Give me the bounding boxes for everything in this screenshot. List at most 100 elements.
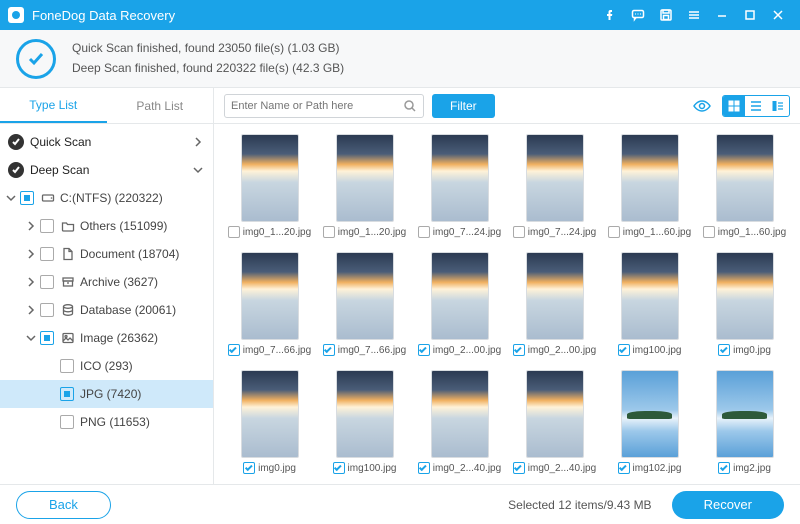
checkbox[interactable] <box>513 226 525 238</box>
menu-icon[interactable] <box>680 0 708 30</box>
thumbnail[interactable]: img0_1...20.jpg <box>226 134 313 238</box>
thumbnail-name: img0_7...66.jpg <box>243 345 311 356</box>
facebook-icon[interactable] <box>596 0 624 30</box>
thumbnail-image <box>716 252 774 340</box>
checkbox[interactable] <box>40 219 54 233</box>
thumbnail-image <box>241 134 299 222</box>
tree-image[interactable]: Image (26362) <box>0 324 213 352</box>
sidebar-tabs: Type List Path List <box>0 88 213 124</box>
thumbnail-label: img2.jpg <box>718 462 771 474</box>
archive-icon <box>60 275 76 289</box>
thumbnail[interactable]: img0.jpg <box>701 252 788 356</box>
checkmark-icon <box>16 39 56 79</box>
minimize-icon[interactable] <box>708 0 736 30</box>
tree-quick-scan[interactable]: Quick Scan <box>0 128 213 156</box>
checkbox[interactable] <box>323 226 335 238</box>
tree-others[interactable]: Others (151099) <box>0 212 213 240</box>
thumbnail[interactable]: img102.jpg <box>606 370 693 474</box>
view-detail-icon[interactable] <box>767 96 789 116</box>
checkbox[interactable] <box>323 344 335 356</box>
checkbox[interactable] <box>513 344 525 356</box>
thumbnail[interactable]: img0_2...00.jpg <box>416 252 503 356</box>
tree-database[interactable]: Database (20061) <box>0 296 213 324</box>
thumbnail-image <box>716 134 774 222</box>
tree-jpg[interactable]: JPG (7420) <box>0 380 213 408</box>
checkbox[interactable] <box>718 462 730 474</box>
thumbnail[interactable]: img0_2...00.jpg <box>511 252 598 356</box>
checkbox[interactable] <box>228 226 240 238</box>
maximize-icon[interactable] <box>736 0 764 30</box>
preview-icon[interactable] <box>690 95 714 117</box>
thumbnail-image <box>241 252 299 340</box>
thumbnail-label: img0_2...00.jpg <box>418 344 501 356</box>
checkbox[interactable] <box>60 359 74 373</box>
checkbox[interactable] <box>40 275 54 289</box>
checkbox[interactable] <box>40 331 54 345</box>
save-icon[interactable] <box>652 0 680 30</box>
checkbox[interactable] <box>718 344 730 356</box>
thumbnail[interactable]: img0.jpg <box>226 370 313 474</box>
checkbox[interactable] <box>333 462 345 474</box>
thumbnail-label: img0_7...24.jpg <box>513 226 596 238</box>
tab-path-list[interactable]: Path List <box>107 88 214 123</box>
chevron-down-icon <box>191 165 205 175</box>
selection-info: Selected 12 items/9.43 MB <box>508 498 651 512</box>
thumbnail-name: img102.jpg <box>633 463 682 474</box>
checkbox[interactable] <box>618 462 630 474</box>
thumbnail[interactable]: img0_7...66.jpg <box>321 252 408 356</box>
drive-icon <box>40 191 56 205</box>
view-grid-icon[interactable] <box>723 96 745 116</box>
thumbnail[interactable]: img100.jpg <box>321 370 408 474</box>
tree-png[interactable]: PNG (11653) <box>0 408 213 436</box>
thumbnail[interactable]: img0_2...40.jpg <box>416 370 503 474</box>
sidebar: Type List Path List Quick Scan Deep Scan… <box>0 88 214 484</box>
tree-document[interactable]: Document (18704) <box>0 240 213 268</box>
recover-button[interactable]: Recover <box>672 491 784 519</box>
feedback-icon[interactable] <box>624 0 652 30</box>
checkbox[interactable] <box>418 226 430 238</box>
thumbnail-name: img0_2...00.jpg <box>433 345 501 356</box>
checkbox[interactable] <box>608 226 620 238</box>
thumbnail[interactable]: img2.jpg <box>701 370 788 474</box>
thumbnail-image <box>241 370 299 458</box>
checkbox[interactable] <box>243 462 255 474</box>
checkbox[interactable] <box>418 344 430 356</box>
view-list-icon[interactable] <box>745 96 767 116</box>
filter-button[interactable]: Filter <box>432 94 495 118</box>
checkbox[interactable] <box>40 303 54 317</box>
thumbnail[interactable]: img0_7...24.jpg <box>511 134 598 238</box>
tab-type-list[interactable]: Type List <box>0 88 107 123</box>
thumbnail[interactable]: img0_2...40.jpg <box>511 370 598 474</box>
checkbox[interactable] <box>60 387 74 401</box>
checkbox[interactable] <box>20 191 34 205</box>
thumbnail-image <box>526 252 584 340</box>
checkbox[interactable] <box>60 415 74 429</box>
checkbox[interactable] <box>618 344 630 356</box>
checkbox[interactable] <box>418 462 430 474</box>
thumbnail[interactable]: img0_7...24.jpg <box>416 134 503 238</box>
chevron-right-icon <box>24 249 38 259</box>
thumbnail[interactable]: img100.jpg <box>606 252 693 356</box>
status-deepscan: Deep Scan finished, found 220322 file(s)… <box>72 59 344 78</box>
thumbnail[interactable]: img0_1...20.jpg <box>321 134 408 238</box>
chevron-down-icon <box>24 333 38 343</box>
thumbnail-name: img0_1...60.jpg <box>718 227 786 238</box>
checkbox[interactable] <box>40 247 54 261</box>
thumbnail[interactable]: img0_7...66.jpg <box>226 252 313 356</box>
close-icon[interactable] <box>764 0 792 30</box>
tree-drive[interactable]: C:(NTFS) (220322) <box>0 184 213 212</box>
tree-deep-scan[interactable]: Deep Scan <box>0 156 213 184</box>
search-field[interactable] <box>231 100 403 112</box>
view-mode-group <box>722 95 790 117</box>
thumbnail-label: img100.jpg <box>618 344 682 356</box>
search-input[interactable] <box>224 94 424 118</box>
checkbox[interactable] <box>513 462 525 474</box>
tree-archive[interactable]: Archive (3627) <box>0 268 213 296</box>
checkbox[interactable] <box>703 226 715 238</box>
titlebar: FoneDog Data Recovery <box>0 0 800 30</box>
checkbox[interactable] <box>228 344 240 356</box>
tree-ico[interactable]: ICO (293) <box>0 352 213 380</box>
thumbnail[interactable]: img0_1...60.jpg <box>701 134 788 238</box>
back-button[interactable]: Back <box>16 491 111 519</box>
thumbnail[interactable]: img0_1...60.jpg <box>606 134 693 238</box>
